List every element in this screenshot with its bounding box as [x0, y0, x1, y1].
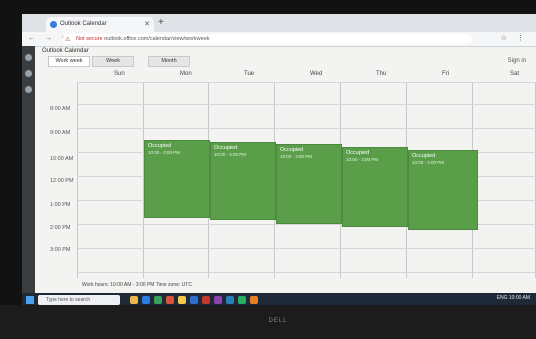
calendar-status-bar: Work hours: 10:00 AM - 3:00 PM Time zone…	[82, 282, 192, 288]
teams-icon[interactable]	[214, 296, 222, 304]
close-tab-icon[interactable]: ✕	[144, 17, 150, 32]
browser-menu-icons[interactable]: ☆ ⋮	[501, 34, 528, 42]
tab-month[interactable]: Month	[148, 56, 190, 67]
day-header-sun: Sun	[114, 71, 125, 77]
browser-tab-title: Outlook Calendar	[60, 21, 107, 27]
url-security-label: Not secure	[76, 36, 103, 42]
time-label: 8:00 AM	[50, 106, 71, 112]
new-tab-icon[interactable]: +	[158, 17, 164, 29]
system-tray[interactable]: ENG 10:00 AM	[497, 295, 530, 301]
app-icon[interactable]	[202, 296, 210, 304]
time-label: 12:00 PM	[50, 178, 74, 184]
calendar-event-thu[interactable]: Occupied 10:00 - 3:00 PM	[342, 147, 408, 227]
time-label: 10:00 AM	[50, 156, 74, 162]
rail-people-icon[interactable]	[25, 86, 32, 93]
taskbar-search-input[interactable]: Type here to search	[38, 295, 120, 305]
day-header-fri: Fri	[442, 71, 449, 77]
app-rail	[22, 46, 35, 307]
address-bar: ← → ⟳ ⚠ Not secure outlook.office.com/ca…	[22, 32, 536, 47]
day-header-thu: Thu	[376, 71, 387, 77]
page-title: Outlook Calendar	[42, 48, 89, 54]
time-label: 9:00 AM	[50, 130, 71, 136]
app-icon[interactable]	[238, 296, 246, 304]
calendar-event-mon[interactable]: Occupied 10:00 - 3:00 PM	[144, 140, 210, 218]
event-time: 10:00 - 3:00 PM	[280, 154, 313, 159]
chrome-icon[interactable]	[250, 296, 258, 304]
day-header-wed: Wed	[310, 71, 323, 77]
rail-mail-icon[interactable]	[25, 54, 32, 61]
calendar-favicon-icon	[50, 21, 57, 28]
url-text: outlook.office.com/calendar/view/workwee…	[104, 36, 210, 42]
screen: Outlook Calendar ✕ + ← → ⟳ ⚠ Not secure …	[22, 14, 536, 307]
windows-start-icon[interactable]	[26, 296, 34, 304]
calendar-event-fri[interactable]: Occupied 10:00 - 3:00 PM	[408, 150, 478, 230]
event-title: Occupied	[214, 145, 238, 151]
calendar-event-tue[interactable]: Occupied 10:00 - 3:00 PM	[210, 142, 276, 220]
event-time: 10:00 - 3:00 PM	[214, 152, 247, 157]
event-time: 10:00 - 3:00 PM	[148, 150, 181, 155]
time-label: 2:00 PM	[50, 225, 71, 231]
event-time: 10:00 - 3:00 PM	[412, 160, 445, 165]
url-field[interactable]: ⚠ Not secure outlook.office.com/calendar…	[62, 34, 472, 44]
event-title: Occupied	[346, 150, 370, 156]
day-header-tue: Tue	[244, 71, 255, 77]
day-header-mon: Mon	[180, 71, 192, 77]
edge-icon[interactable]	[142, 296, 150, 304]
browser-tab[interactable]: Outlook Calendar ✕	[46, 17, 154, 32]
app-icon[interactable]	[154, 296, 162, 304]
rail-calendar-icon[interactable]	[25, 70, 32, 77]
mail-icon[interactable]	[190, 296, 198, 304]
file-explorer-icon[interactable]	[130, 296, 138, 304]
time-label: 1:00 PM	[50, 202, 71, 208]
tab-work-week[interactable]: Work week	[48, 56, 90, 67]
event-title: Occupied	[412, 153, 436, 159]
event-title: Occupied	[148, 143, 172, 149]
time-label: 3:00 PM	[50, 247, 71, 253]
day-header-sat: Sat	[510, 71, 520, 77]
monitor: Outlook Calendar ✕ + ← → ⟳ ⚠ Not secure …	[0, 0, 536, 339]
browser-tab-bar: Outlook Calendar ✕ +	[22, 14, 536, 32]
event-title: Occupied	[280, 147, 304, 153]
tab-week[interactable]: Week	[92, 56, 134, 67]
monitor-brand-logo: DELL	[268, 318, 288, 324]
user-sign-in[interactable]: Sign in	[508, 58, 526, 64]
app-icon[interactable]	[166, 296, 174, 304]
event-time: 10:00 - 3:00 PM	[346, 157, 379, 162]
not-secure-icon: ⚠	[65, 37, 71, 43]
calendar-event-wed[interactable]: Occupied 10:00 - 3:00 PM	[276, 144, 342, 224]
folder-icon[interactable]	[178, 296, 186, 304]
outlook-icon[interactable]	[226, 296, 234, 304]
